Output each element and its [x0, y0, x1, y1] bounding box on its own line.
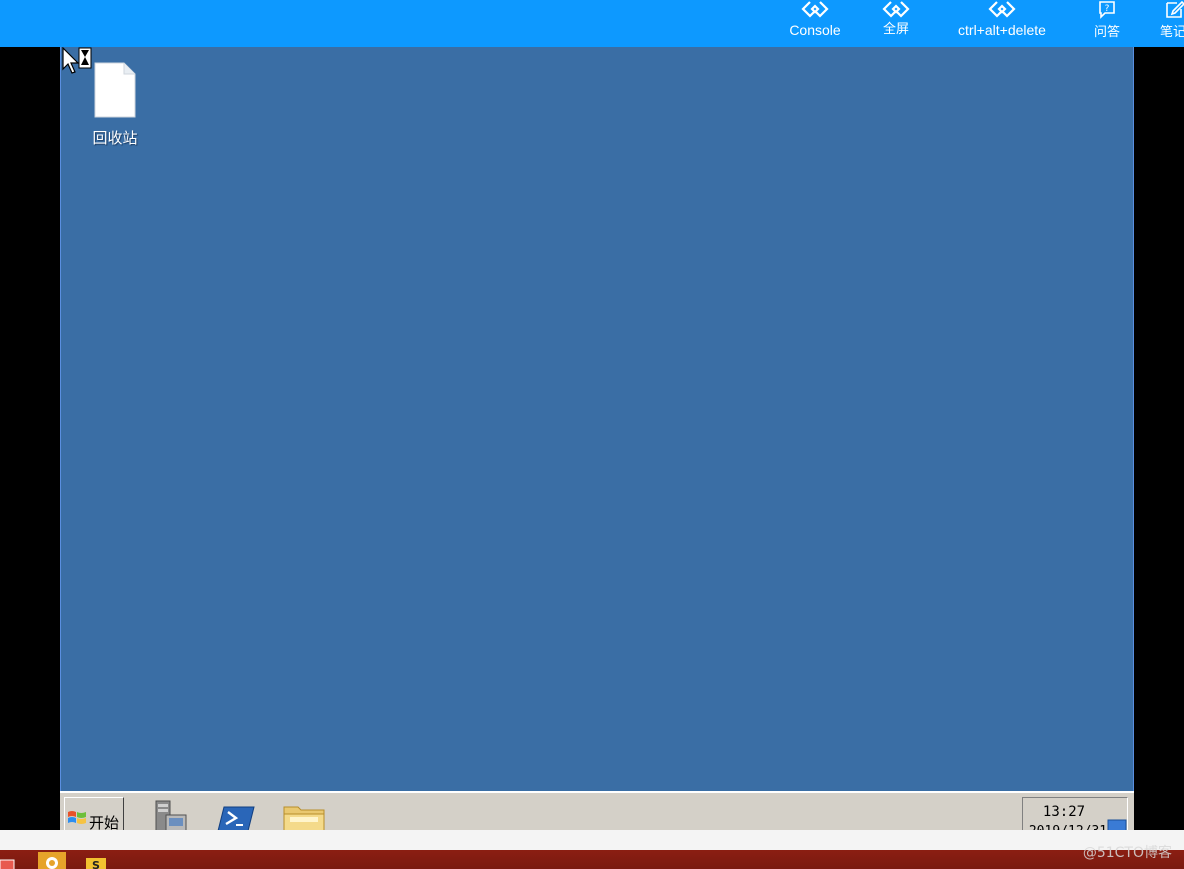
question-bubble-icon: ?: [1096, 0, 1118, 20]
fullscreen-button[interactable]: 全屏: [872, 0, 920, 47]
clock-time[interactable]: 13:27: [1023, 804, 1105, 820]
host-active-app-icon[interactable]: [38, 852, 66, 869]
remote-desktop[interactable]: 回收站: [60, 47, 1134, 793]
ctrl-alt-delete-button[interactable]: ctrl+alt+delete: [944, 0, 1060, 47]
desktop-icon-recycle-bin[interactable]: 回收站: [85, 61, 145, 148]
console-label: Console: [789, 22, 841, 38]
svg-text:?: ?: [1105, 4, 1110, 14]
remote-taskbar: 开始 13:27: [60, 791, 1134, 839]
qa-button[interactable]: ? 问答: [1086, 0, 1128, 47]
fullscreen-label: 全屏: [882, 22, 909, 37]
notes-label: 笔记: [1160, 25, 1184, 40]
link-diamond-icon: [882, 0, 910, 20]
start-button[interactable]: 开始: [64, 797, 124, 833]
recycle-bin-icon: [92, 61, 138, 123]
remote-toolbar: Console 全屏 ctrl+alt+delete ? 问答 笔记: [0, 0, 1184, 47]
windows-logo-icon: [67, 808, 87, 832]
screen: Console 全屏 ctrl+alt+delete ? 问答 笔记 回收站 开…: [0, 0, 1184, 869]
link-diamond-icon: [988, 0, 1016, 20]
host-app-icon[interactable]: [0, 856, 16, 869]
host-taskbar: S: [0, 850, 1184, 869]
host-s-app-icon[interactable]: S: [86, 856, 106, 869]
svg-text:S: S: [92, 859, 100, 869]
notes-button[interactable]: 笔记: [1152, 0, 1184, 47]
desktop-icon-label: 回收站: [92, 129, 138, 147]
ctrl-alt-delete-label: ctrl+alt+delete: [958, 22, 1046, 38]
busy-cursor-icon: [62, 46, 94, 75]
console-button[interactable]: Console: [782, 0, 848, 47]
qa-label: 问答: [1093, 25, 1120, 40]
page-bottom-band: [0, 830, 1184, 850]
link-diamond-icon: [801, 0, 829, 20]
note-edit-icon: [1164, 0, 1184, 20]
watermark-text: @51CTO博客: [1082, 845, 1172, 861]
